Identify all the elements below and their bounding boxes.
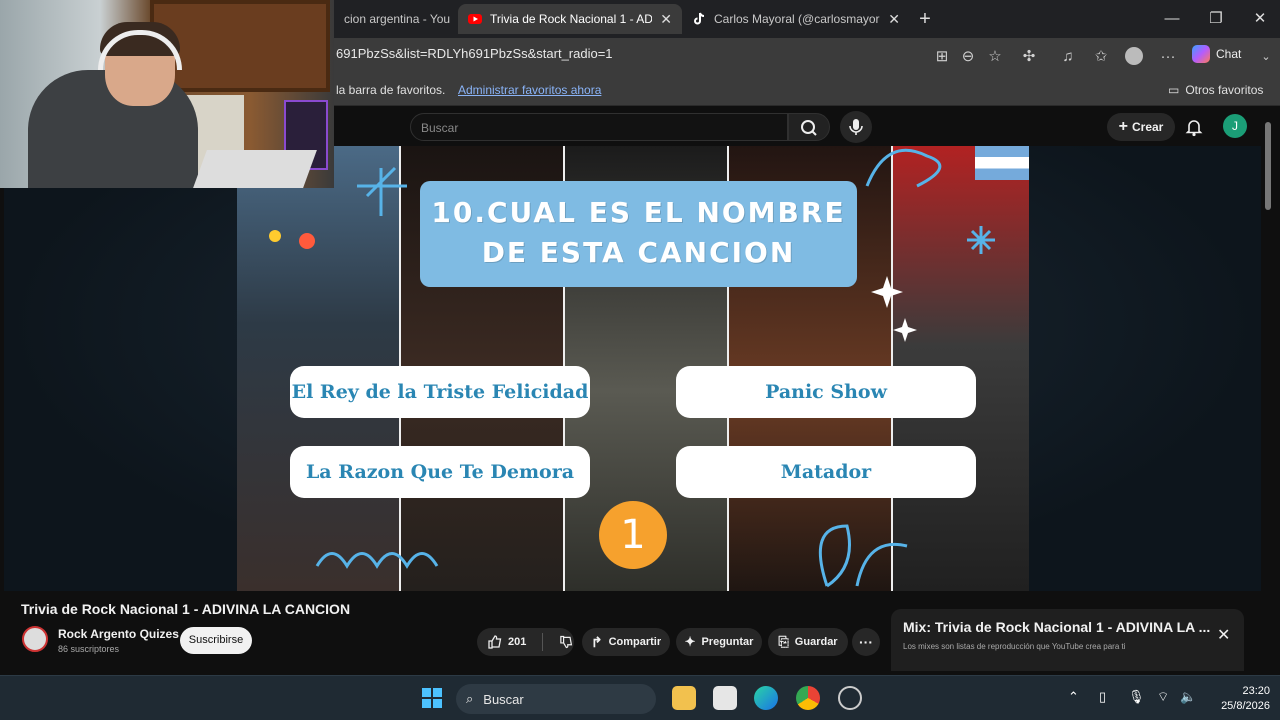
microphone-icon[interactable]: 🎙 — [1128, 689, 1145, 705]
divider — [542, 633, 544, 651]
mix-title[interactable]: Mix: Trivia de Rock Nacional 1 - ADIVINA… — [903, 619, 1210, 635]
answer-option-3: La Razon Que Te Demora — [290, 446, 590, 498]
tab-title: Trivia de Rock Nacional 1 - ADIVIN — [490, 12, 653, 26]
like-count: 201 — [508, 636, 527, 648]
sparkle-icon: ✦ — [684, 634, 696, 649]
page-scrollbar[interactable] — [1265, 122, 1271, 210]
thumbs-down-icon[interactable] — [559, 634, 574, 650]
chrome-browser-icon[interactable] — [796, 686, 820, 710]
tab-title: Carlos Mayoral (@carlosmayoral) | — [714, 12, 880, 26]
voice-search-button[interactable] — [840, 111, 872, 143]
tab-tiktok[interactable]: Carlos Mayoral (@carlosmayoral) | ✕ — [682, 4, 910, 34]
manage-favorites-link[interactable]: Administrar favoritos ahora — [458, 83, 601, 97]
close-tab-icon[interactable]: ✕ — [450, 11, 456, 28]
question-line-1: 10.CUAL ES EL NOMBRE — [431, 196, 846, 229]
other-favorites-button[interactable]: ▭ Otros favoritos — [1168, 83, 1263, 97]
share-icon: ↱ — [590, 633, 603, 650]
app-icon[interactable] — [838, 686, 862, 710]
taskbar-search[interactable]: ⌕ Buscar — [456, 684, 656, 714]
url-field[interactable]: 691PbzSs&list=RDLYh691PbzSs&start_radio=… — [336, 46, 613, 61]
plus-icon: + — [1118, 118, 1128, 135]
like-dislike-group: 201 — [477, 628, 574, 656]
restore-icon[interactable]: ❐ — [1196, 6, 1236, 32]
search-icon: ⌕ — [466, 691, 474, 706]
windows-taskbar: ⌕ Buscar ⌃ ▯ 🎙 ⌔ 🔈 23:20 25/8/2026 — [0, 675, 1280, 720]
profile-icon[interactable] — [1124, 47, 1144, 67]
wifi-icon[interactable]: ⌔ — [1157, 689, 1169, 705]
question-line-2: DE ESTA CANCION — [481, 236, 796, 269]
countdown-timer: 1 — [599, 501, 667, 569]
battery-icon[interactable]: ▯ — [1099, 689, 1106, 705]
search-input[interactable]: Buscar — [410, 113, 788, 141]
extensions-icon[interactable]: ✣ — [1019, 47, 1039, 67]
app-available-icon[interactable]: ⊞ — [932, 47, 952, 67]
mix-playlist-panel: Mix: Trivia de Rock Nacional 1 - ADIVINA… — [891, 609, 1244, 671]
chat-label: Chat — [1216, 47, 1242, 61]
tiktok-icon — [694, 12, 705, 25]
edge-browser-icon[interactable] — [754, 686, 778, 710]
channel-avatar[interactable] — [22, 626, 48, 652]
like-button[interactable]: 201 — [487, 634, 526, 650]
answer-option-1: El Rey de la Triste Felicidad — [290, 366, 590, 418]
windows-start-icon[interactable] — [420, 686, 444, 710]
tab-youtube-previous[interactable]: cion argentina - You ✕ — [334, 4, 456, 34]
search-icon — [801, 120, 817, 136]
tab-trivia-active[interactable]: Trivia de Rock Nacional 1 - ADIVIN ✕ — [458, 4, 682, 34]
bookmark-icon: ⎘ — [778, 634, 789, 649]
ask-button[interactable]: ✦ Preguntar — [676, 628, 762, 656]
close-tab-icon[interactable]: ✕ — [880, 11, 900, 28]
chevron-up-icon[interactable]: ⌃ — [1068, 689, 1079, 705]
mix-description: Los mixes son listas de reproducción que… — [903, 642, 1126, 651]
chevron-down-icon[interactable]: ⌄ — [1256, 47, 1276, 67]
other-favorites-label: Otros favoritos — [1185, 83, 1264, 97]
search-button[interactable] — [788, 113, 830, 141]
media-icon[interactable]: ♫ — [1058, 47, 1078, 67]
microphone-icon — [849, 119, 863, 135]
create-button[interactable]: + Crear — [1107, 113, 1175, 141]
channel-name[interactable]: Rock Argento Quizes — [58, 627, 179, 641]
taskbar-search-label: Buscar — [483, 691, 524, 707]
question-banner: 10.CUAL ES EL NOMBRE DE ESTA CANCION — [420, 181, 857, 287]
favorites-hint: la barra de favoritos. — [336, 83, 446, 97]
notifications-bell-icon[interactable] — [1184, 117, 1204, 137]
close-tab-icon[interactable]: ✕ — [652, 11, 672, 28]
folder-icon: ▭ — [1168, 83, 1180, 97]
minimize-icon[interactable]: — — [1152, 6, 1192, 32]
subscriber-count: 86 suscriptores — [58, 644, 120, 654]
new-tab-button[interactable]: + — [905, 6, 945, 32]
favorite-star-icon[interactable]: ☆ — [985, 47, 1005, 67]
answer-option-2: Panic Show — [676, 366, 976, 418]
youtube-icon — [468, 14, 482, 24]
answer-option-4: Matador — [676, 446, 976, 498]
file-explorer-icon[interactable] — [672, 686, 696, 710]
volume-icon[interactable]: 🔈 — [1180, 689, 1196, 705]
share-label: Compartir — [608, 636, 662, 648]
more-menu-icon[interactable]: ··· — [1158, 47, 1178, 67]
close-icon[interactable]: ✕ — [1217, 625, 1230, 645]
copilot-chat-button[interactable]: Chat — [1192, 45, 1241, 63]
ask-label: Preguntar — [701, 636, 754, 648]
video-title: Trivia de Rock Nacional 1 - ADIVINA LA C… — [21, 601, 351, 617]
desk-surface — [193, 150, 317, 188]
video-frame[interactable]: 10.CUAL ES EL NOMBRE DE ESTA CANCION El … — [237, 146, 1029, 591]
copilot-icon — [1192, 45, 1210, 63]
webcam-overlay — [0, 0, 334, 188]
save-button[interactable]: ⎘ Guardar — [768, 628, 848, 656]
tab-title: cion argentina - You — [344, 12, 451, 26]
favorites-icon[interactable]: ✩ — [1091, 47, 1111, 67]
system-clock[interactable]: 23:20 25/8/2026 — [1206, 684, 1270, 714]
close-window-icon[interactable]: ✕ — [1240, 6, 1280, 32]
share-button[interactable]: ↱ Compartir — [582, 628, 670, 656]
thumbs-up-icon — [488, 635, 502, 649]
more-actions-icon[interactable]: ··· — [852, 628, 880, 656]
clock-date: 25/8/2026 — [1221, 700, 1270, 712]
create-label: Crear — [1131, 120, 1164, 134]
account-avatar[interactable]: J — [1223, 114, 1247, 138]
zoom-icon[interactable]: ⊖ — [958, 47, 978, 67]
microsoft-store-icon[interactable] — [713, 686, 737, 710]
save-label: Guardar — [794, 636, 838, 648]
subscribe-button[interactable]: Suscribirse — [180, 627, 252, 654]
clock-time: 23:20 — [1242, 685, 1270, 697]
